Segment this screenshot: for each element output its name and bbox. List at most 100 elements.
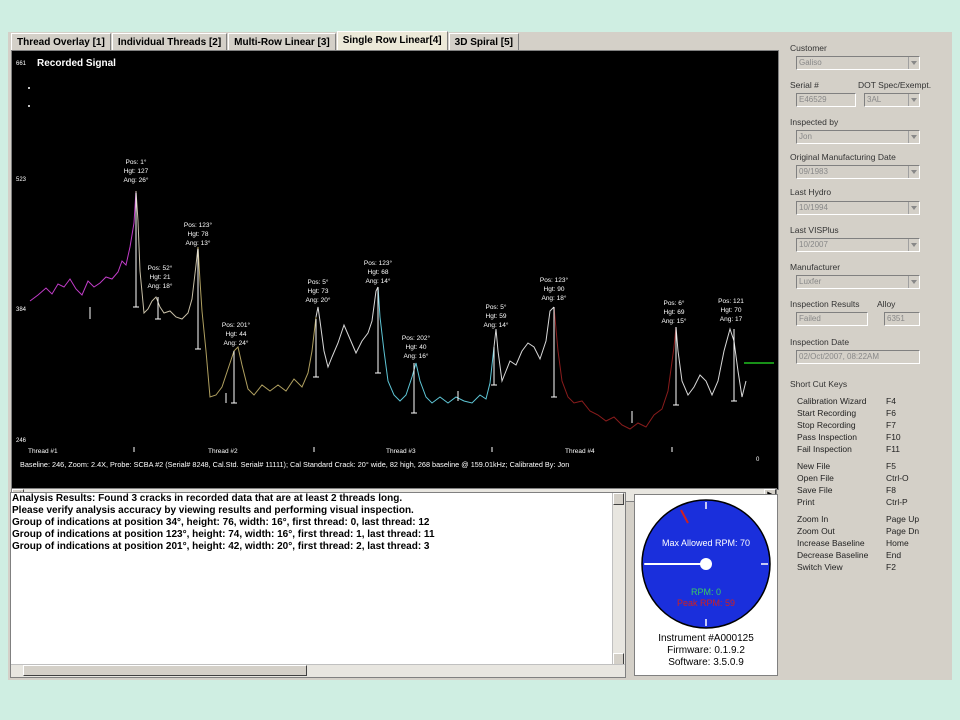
inspected-by-select[interactable]: Jon xyxy=(796,130,920,144)
peak-label: Ang: 20° xyxy=(305,296,330,304)
inspected-by-label: Inspected by xyxy=(790,117,839,127)
results-line: Group of indications at position 123°, h… xyxy=(12,529,435,540)
peak-label: Hgt: 44 xyxy=(226,331,247,338)
y-tick-384: 384 xyxy=(16,307,27,313)
peak-label: Pos: 5° xyxy=(485,303,506,311)
shortcut-name: Zoom Out xyxy=(797,526,835,536)
last-visplus-select[interactable]: 10/2007 xyxy=(796,238,920,252)
serial-value: E46529 xyxy=(799,95,827,104)
shortcut-key: Page Up xyxy=(886,514,920,524)
tab-single-row-linear[interactable]: Single Row Linear[4] xyxy=(336,31,448,52)
shortcut-key: F5 xyxy=(886,461,896,471)
shortcut-key: F7 xyxy=(886,420,896,430)
peak-label: Ang: 16° xyxy=(403,352,428,360)
results-vertical-scrollbar[interactable] xyxy=(612,493,625,665)
peak-label: Hgt: 127 xyxy=(124,168,149,175)
inspection-date-field[interactable]: 02/Oct/2007, 08:22AM xyxy=(796,350,920,364)
orig-date-select[interactable]: 09/1983 xyxy=(796,165,920,179)
shortcut-name: Start Recording xyxy=(797,408,857,418)
inspected-by-value: Jon xyxy=(799,132,812,141)
last-hydro-label: Last Hydro xyxy=(790,187,832,197)
shortcut-name: New File xyxy=(797,461,831,471)
shortcut-key: Ctrl-P xyxy=(886,497,908,507)
shortcut-name: Print xyxy=(797,497,815,507)
scroll-thumb[interactable] xyxy=(23,665,307,676)
shortcut-name: Calibration Wizard xyxy=(797,396,867,406)
alloy-value: 6351 xyxy=(887,314,905,323)
peak-label: Ang: 14° xyxy=(483,321,508,329)
thread-label-3: Thread #3 xyxy=(386,448,416,455)
shortcut-key: F11 xyxy=(886,444,901,454)
peak-label: Hgt: 73 xyxy=(308,288,329,295)
chevron-down-icon[interactable] xyxy=(908,94,919,106)
peak-label: Hgt: 70 xyxy=(721,307,742,314)
chevron-down-icon[interactable] xyxy=(908,57,919,69)
peak-label: Pos: 202° xyxy=(402,334,431,342)
peak-label: Pos: 52° xyxy=(148,264,173,272)
marker-dot xyxy=(28,87,30,89)
chevron-down-icon[interactable] xyxy=(908,202,919,214)
right-value: 0 xyxy=(756,457,760,463)
thread-label-2: Thread #2 xyxy=(208,448,238,455)
analysis-results: Analysis Results: Found 3 cracks in reco… xyxy=(10,492,626,678)
results-line: Group of indications at position 201°, h… xyxy=(12,541,430,552)
serial-label: Serial # xyxy=(790,80,819,90)
chevron-down-icon[interactable] xyxy=(908,276,919,288)
orig-date-label: Original Manufacturing Date xyxy=(790,152,896,162)
peak-label: Pos: 121 xyxy=(718,298,744,305)
chevron-down-icon[interactable] xyxy=(908,239,919,251)
shortcut-name: Pass Inspection xyxy=(797,432,858,442)
chevron-down-icon[interactable] xyxy=(908,131,919,143)
chevron-down-icon[interactable] xyxy=(908,166,919,178)
inspection-sidebar: Customer Galiso Serial # DOT Spec/Exempt… xyxy=(786,32,952,680)
dot-value: 3AL xyxy=(867,95,882,104)
signal-trace-thread-3 xyxy=(377,286,495,404)
peak-rpm-value: Peak RPM: 59 xyxy=(677,598,735,608)
shortcut-key: F8 xyxy=(886,485,896,495)
peak-label: Hgt: 78 xyxy=(188,231,209,238)
marker-dot xyxy=(28,105,30,107)
peak-label: Hgt: 59 xyxy=(486,313,507,320)
peak-label: Pos: 201° xyxy=(222,321,251,329)
alloy-field[interactable]: 6351 xyxy=(884,312,920,326)
shortcuts-title: Short Cut Keys xyxy=(790,379,848,389)
manufacturer-select[interactable]: Luxfer xyxy=(796,275,920,289)
scroll-up-button[interactable] xyxy=(613,493,624,505)
peak-label: Pos: 6° xyxy=(663,299,684,307)
customer-select[interactable]: Galiso xyxy=(796,56,920,70)
results-horizontal-scrollbar[interactable] xyxy=(11,664,625,677)
peak-label: Ang: 13° xyxy=(185,239,210,247)
inspection-results-field[interactable]: Failed xyxy=(796,312,868,326)
shortcut-key: Page Dn xyxy=(886,526,920,536)
peak-label: Hgt: 68 xyxy=(368,269,389,276)
peak-label: Ang: 18° xyxy=(541,294,566,302)
peak-label: Pos: 123° xyxy=(184,221,213,229)
peak-label: Ang: 26° xyxy=(123,176,148,184)
dot-select[interactable]: 3AL xyxy=(864,93,920,107)
customer-label: Customer xyxy=(790,43,827,53)
shortcut-name: Switch View xyxy=(797,562,843,572)
signal-plot[interactable]: 661 523 384 246 Recorded Signal 0 Pos: 1… xyxy=(11,50,779,490)
signal-trace-thread-1b xyxy=(135,190,199,320)
shortcut-name: Decrease Baseline xyxy=(797,550,869,560)
inspection-results-label: Inspection Results xyxy=(790,299,860,309)
peak-label: Pos: 1° xyxy=(125,158,146,166)
shortcut-key: F4 xyxy=(886,396,896,406)
shortcut-name: Save File xyxy=(797,485,833,495)
rpm-gauge: Max Allowed RPM: 70 RPM: 0 Peak RPM: 59 xyxy=(641,499,771,629)
plot-title: Recorded Signal xyxy=(37,58,116,69)
y-tick-661: 661 xyxy=(16,61,27,67)
results-line: Group of indications at position 34°, he… xyxy=(12,517,430,528)
last-hydro-select[interactable]: 10/1994 xyxy=(796,201,920,215)
signal-plot-svg: 661 523 384 246 Recorded Signal 0 Pos: 1… xyxy=(16,58,774,469)
peak-label: Ang: 15° xyxy=(661,317,686,325)
shortcut-name: Increase Baseline xyxy=(797,538,865,548)
peak-label: Hgt: 40 xyxy=(406,344,427,351)
firmware-label: Firmware: 0.1.9.2 xyxy=(667,645,745,656)
shortcut-key: Ctrl-O xyxy=(886,473,909,483)
peak-label: Hgt: 69 xyxy=(664,309,685,316)
serial-field[interactable]: E46529 xyxy=(796,93,856,107)
inspection-results-value: Failed xyxy=(799,314,821,323)
shortcut-key: End xyxy=(886,550,902,560)
software-label: Software: 3.5.0.9 xyxy=(668,657,744,668)
